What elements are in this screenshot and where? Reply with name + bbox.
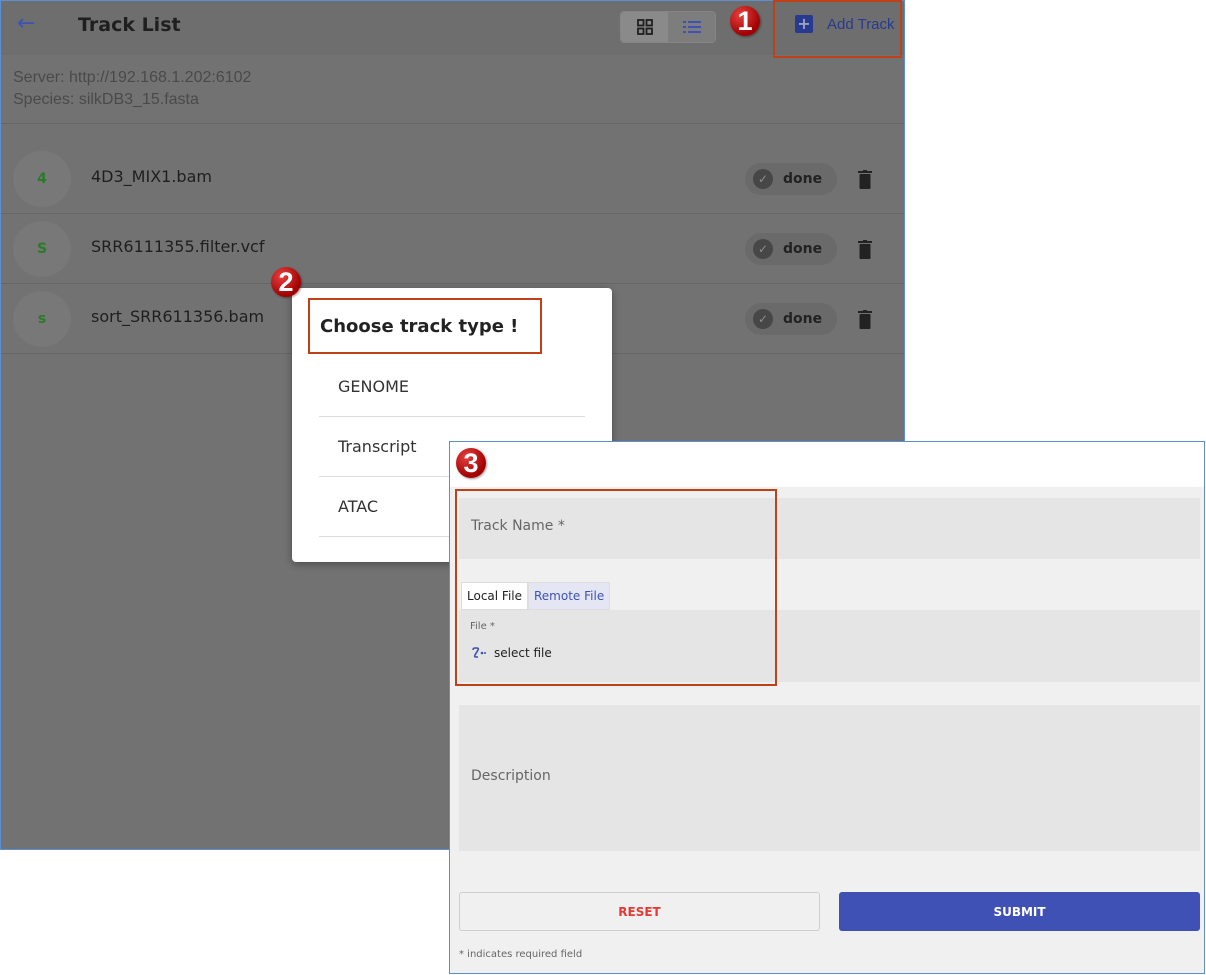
option-genome[interactable]: GENOME xyxy=(319,357,585,417)
status-label: done xyxy=(783,311,823,327)
trash-icon[interactable] xyxy=(857,240,873,259)
form-header xyxy=(450,442,1204,487)
file-label: File * xyxy=(470,621,495,632)
step-marker-1: 1 xyxy=(730,6,760,36)
check-circle-icon: ✓ xyxy=(753,169,773,189)
trash-icon[interactable] xyxy=(857,310,873,329)
app-header: ← Track List + Add Track xyxy=(1,1,904,55)
track-name-placeholder: Track Name * xyxy=(471,518,565,534)
description-placeholder: Description xyxy=(471,768,551,784)
track-name: 4D3_MIX1.bam xyxy=(91,167,212,186)
back-arrow-icon[interactable]: ← xyxy=(17,11,35,36)
status-chip: ✓ done xyxy=(745,233,837,265)
status-label: done xyxy=(783,241,823,257)
track-row[interactable]: 4 4D3_MIX1.bam ✓ done xyxy=(1,144,904,214)
reset-button[interactable]: RESET xyxy=(459,892,820,931)
check-circle-icon: ✓ xyxy=(753,239,773,259)
track-name-input[interactable]: Track Name * xyxy=(459,498,1200,559)
dialog-title: Choose track type ! xyxy=(320,316,519,337)
add-track-button[interactable]: + Add Track xyxy=(795,15,895,33)
view-toggle xyxy=(620,11,716,43)
plus-icon: + xyxy=(795,15,813,33)
status-label: done xyxy=(783,171,823,187)
species-text: Species: silkDB3_15.fasta xyxy=(13,91,199,108)
tab-remote-file[interactable]: Remote File xyxy=(528,582,611,610)
submit-button[interactable]: SUBMIT xyxy=(839,892,1200,931)
attach-file-icon xyxy=(472,647,486,658)
step-marker-2: 2 xyxy=(271,267,301,297)
list-view-icon[interactable] xyxy=(668,12,715,42)
server-info: Server: http://192.168.1.202:6102 Specie… xyxy=(13,67,251,111)
grid-view-icon[interactable] xyxy=(621,12,668,42)
avatar: 4 xyxy=(13,151,71,207)
file-field: File * select file xyxy=(459,610,1200,682)
trash-icon[interactable] xyxy=(857,170,873,189)
select-file-button[interactable]: select file xyxy=(472,646,552,660)
status-chip: ✓ done xyxy=(745,163,837,195)
select-file-label: select file xyxy=(494,646,552,660)
tab-local-file[interactable]: Local File xyxy=(461,582,528,610)
option-label: GENOME xyxy=(338,377,409,396)
add-track-label: Add Track xyxy=(827,15,895,33)
track-row[interactable]: S SRR6111355.filter.vcf ✓ done xyxy=(1,214,904,284)
option-label: ATAC xyxy=(338,497,379,516)
server-text: Server: http://192.168.1.202:6102 xyxy=(13,69,252,86)
avatar: S xyxy=(13,221,71,277)
step-marker-3: 3 xyxy=(456,448,486,478)
page-title: Track List xyxy=(78,14,181,36)
check-circle-icon: ✓ xyxy=(753,309,773,329)
description-input[interactable]: Description xyxy=(459,705,1200,851)
option-label: Transcript xyxy=(338,437,417,456)
track-name: sort_SRR611356.bam xyxy=(91,307,265,326)
add-track-form: Track Name * Local File Remote File File… xyxy=(449,441,1205,974)
status-chip: ✓ done xyxy=(745,303,837,335)
track-name: SRR6111355.filter.vcf xyxy=(91,237,265,256)
divider xyxy=(1,123,904,124)
avatar: s xyxy=(13,291,71,347)
file-source-tabs: Local File Remote File xyxy=(461,582,611,610)
required-field-note: * indicates required field xyxy=(459,949,583,960)
